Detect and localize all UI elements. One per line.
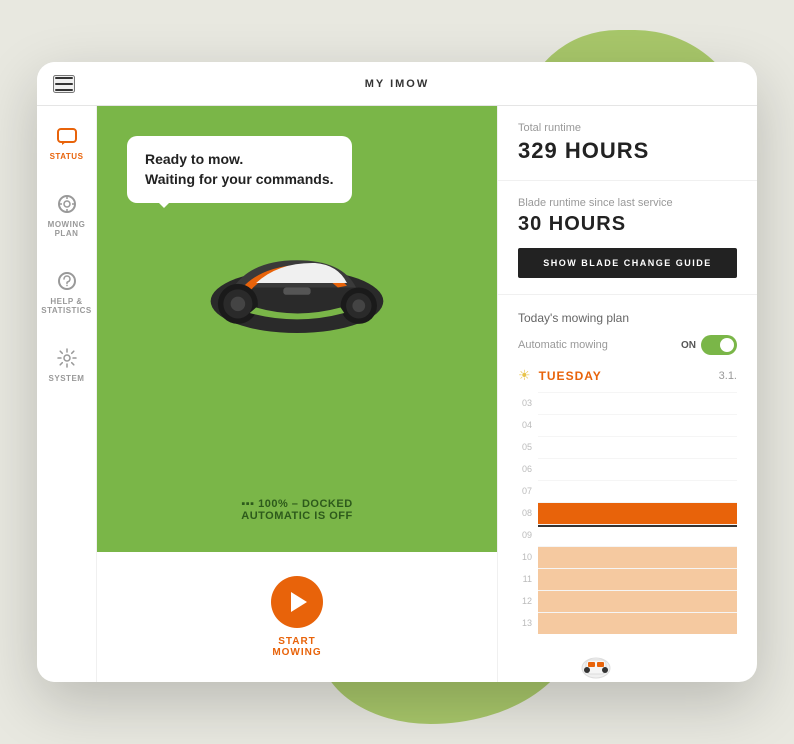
start-mowing-label: START MOWING	[272, 636, 321, 658]
sidebar-system-label: SYSTEM	[49, 374, 85, 384]
blade-runtime-label: Blade runtime since last service	[518, 197, 737, 209]
speech-line1: Ready to mow.	[145, 150, 334, 170]
start-mowing-area: START MOWING	[97, 552, 497, 682]
timeline-bar-area	[538, 414, 737, 436]
auto-mowing-toggle[interactable]	[701, 335, 737, 355]
day-row: ☀ TUESDAY 3.1.	[518, 367, 737, 384]
left-panel: Ready to mow. Waiting for your commands.	[97, 106, 497, 682]
light-mow-bar	[538, 591, 737, 612]
timeline-bar-area	[538, 590, 737, 612]
timeline-row: 08	[518, 502, 737, 524]
help-statistics-icon	[57, 271, 77, 294]
mowing-plan-section: Today's mowing plan Automatic mowing ON …	[498, 295, 757, 682]
battery-docked-status: DOCKED	[302, 498, 353, 510]
timeline-bar-area	[538, 480, 737, 502]
toggle-container: ON	[681, 335, 737, 355]
hamburger-line	[55, 83, 73, 85]
time-label: 06	[518, 464, 538, 474]
timeline-row: 03	[518, 392, 737, 414]
timeline-row: 05	[518, 436, 737, 458]
sidebar-item-system[interactable]: SYSTEM	[42, 342, 92, 390]
time-label: 05	[518, 442, 538, 452]
total-runtime-section: Total runtime 329 HOURS	[498, 106, 757, 181]
content-area: Ready to mow. Waiting for your commands.	[97, 106, 757, 682]
speech-bubble: Ready to mow. Waiting for your commands.	[127, 136, 352, 203]
battery-status-text: ▪▪▪ 100% – DOCKED	[127, 498, 467, 510]
app-window: MY IMOW STATUS	[37, 62, 757, 682]
time-label: 10	[518, 552, 538, 562]
mower-image	[197, 233, 397, 347]
sidebar-status-label: STATUS	[50, 152, 84, 162]
timeline-row: 06	[518, 458, 737, 480]
mowing-timeline: 03 04 05 06 07 08 09 10 11 12 13	[518, 392, 737, 634]
sidebar-help-statistics-label: HELP & STATISTICS	[41, 297, 91, 316]
app-title: MY IMOW	[365, 78, 430, 90]
time-label: 09	[518, 530, 538, 540]
sidebar-item-help-statistics[interactable]: HELP & STATISTICS	[42, 265, 92, 322]
mowing-plan-icon	[57, 194, 77, 217]
mower-status-bar: ▪▪▪ 100% – DOCKED AUTOMATIC IS OFF	[117, 488, 477, 532]
robot-icon-bottom	[578, 646, 614, 689]
start-mowing-button[interactable]	[271, 576, 323, 628]
blade-change-guide-button[interactable]: SHOW BLADE CHANGE GUIDE	[518, 248, 737, 278]
top-bar: MY IMOW	[37, 62, 757, 106]
timeline-bar-area	[538, 502, 737, 524]
speech-line2: Waiting for your commands.	[145, 170, 334, 190]
hamburger-line	[55, 89, 73, 91]
timeline-bar-area	[538, 436, 737, 458]
total-runtime-label: Total runtime	[518, 122, 737, 134]
main-content: STATUS MOWING PLAN	[37, 106, 757, 682]
total-runtime-value: 329 HOURS	[518, 138, 737, 164]
auto-status-text: AUTOMATIC IS OFF	[127, 510, 467, 522]
time-label: 04	[518, 420, 538, 430]
sidebar-item-status[interactable]: STATUS	[42, 122, 92, 168]
timeline-row: 09	[518, 524, 737, 546]
time-label: 03	[518, 398, 538, 408]
time-label: 11	[518, 574, 538, 584]
page-wrapper: MY IMOW STATUS	[0, 0, 794, 744]
timeline-row: 12	[518, 590, 737, 612]
hamburger-line	[55, 77, 73, 79]
time-label: 07	[518, 486, 538, 496]
sun-icon: ☀	[518, 367, 531, 384]
toggle-on-label: ON	[681, 340, 696, 351]
battery-icon: ▪▪▪	[241, 498, 258, 510]
light-mow-bar	[538, 569, 737, 590]
auto-mowing-row: Automatic mowing ON	[518, 335, 737, 355]
day-name: TUESDAY	[539, 369, 711, 383]
plan-section-header: Today's mowing plan	[518, 311, 737, 325]
sidebar-item-mowing-plan[interactable]: MOWING PLAN	[42, 188, 92, 245]
battery-percent: 100%	[258, 498, 288, 510]
timeline-bar-area	[538, 612, 737, 634]
timeline-current-marker	[538, 525, 737, 546]
time-label: 08	[518, 508, 538, 518]
sidebar: STATUS MOWING PLAN	[37, 106, 97, 682]
timeline-row: 13	[518, 612, 737, 634]
blade-runtime-value: 30 HOURS	[518, 213, 737, 236]
chat-icon	[57, 128, 77, 149]
timeline-bar-area	[538, 568, 737, 590]
timeline-bar-area	[538, 524, 737, 546]
timeline-row: 04	[518, 414, 737, 436]
active-mow-bar	[538, 503, 737, 524]
sidebar-mowing-plan-label: MOWING PLAN	[48, 220, 86, 239]
play-icon	[291, 592, 307, 612]
blade-runtime-section: Blade runtime since last service 30 HOUR…	[498, 181, 757, 295]
timeline-row: 10	[518, 546, 737, 568]
mower-hero: Ready to mow. Waiting for your commands.	[97, 106, 497, 552]
time-label: 12	[518, 596, 538, 606]
right-panel: Total runtime 329 HOURS Blade runtime si…	[497, 106, 757, 682]
timeline-bar-area	[538, 458, 737, 480]
hamburger-button[interactable]	[53, 75, 75, 93]
timeline-row: 11	[518, 568, 737, 590]
day-date: 3.1.	[719, 370, 737, 382]
light-mow-bar	[538, 613, 737, 634]
timeline-bar-area	[538, 546, 737, 568]
timeline-bar-area	[538, 392, 737, 414]
system-icon	[57, 348, 77, 371]
time-label: 13	[518, 618, 538, 628]
timeline-row: 07	[518, 480, 737, 502]
light-mow-bar	[538, 547, 737, 568]
auto-mowing-label: Automatic mowing	[518, 339, 608, 351]
